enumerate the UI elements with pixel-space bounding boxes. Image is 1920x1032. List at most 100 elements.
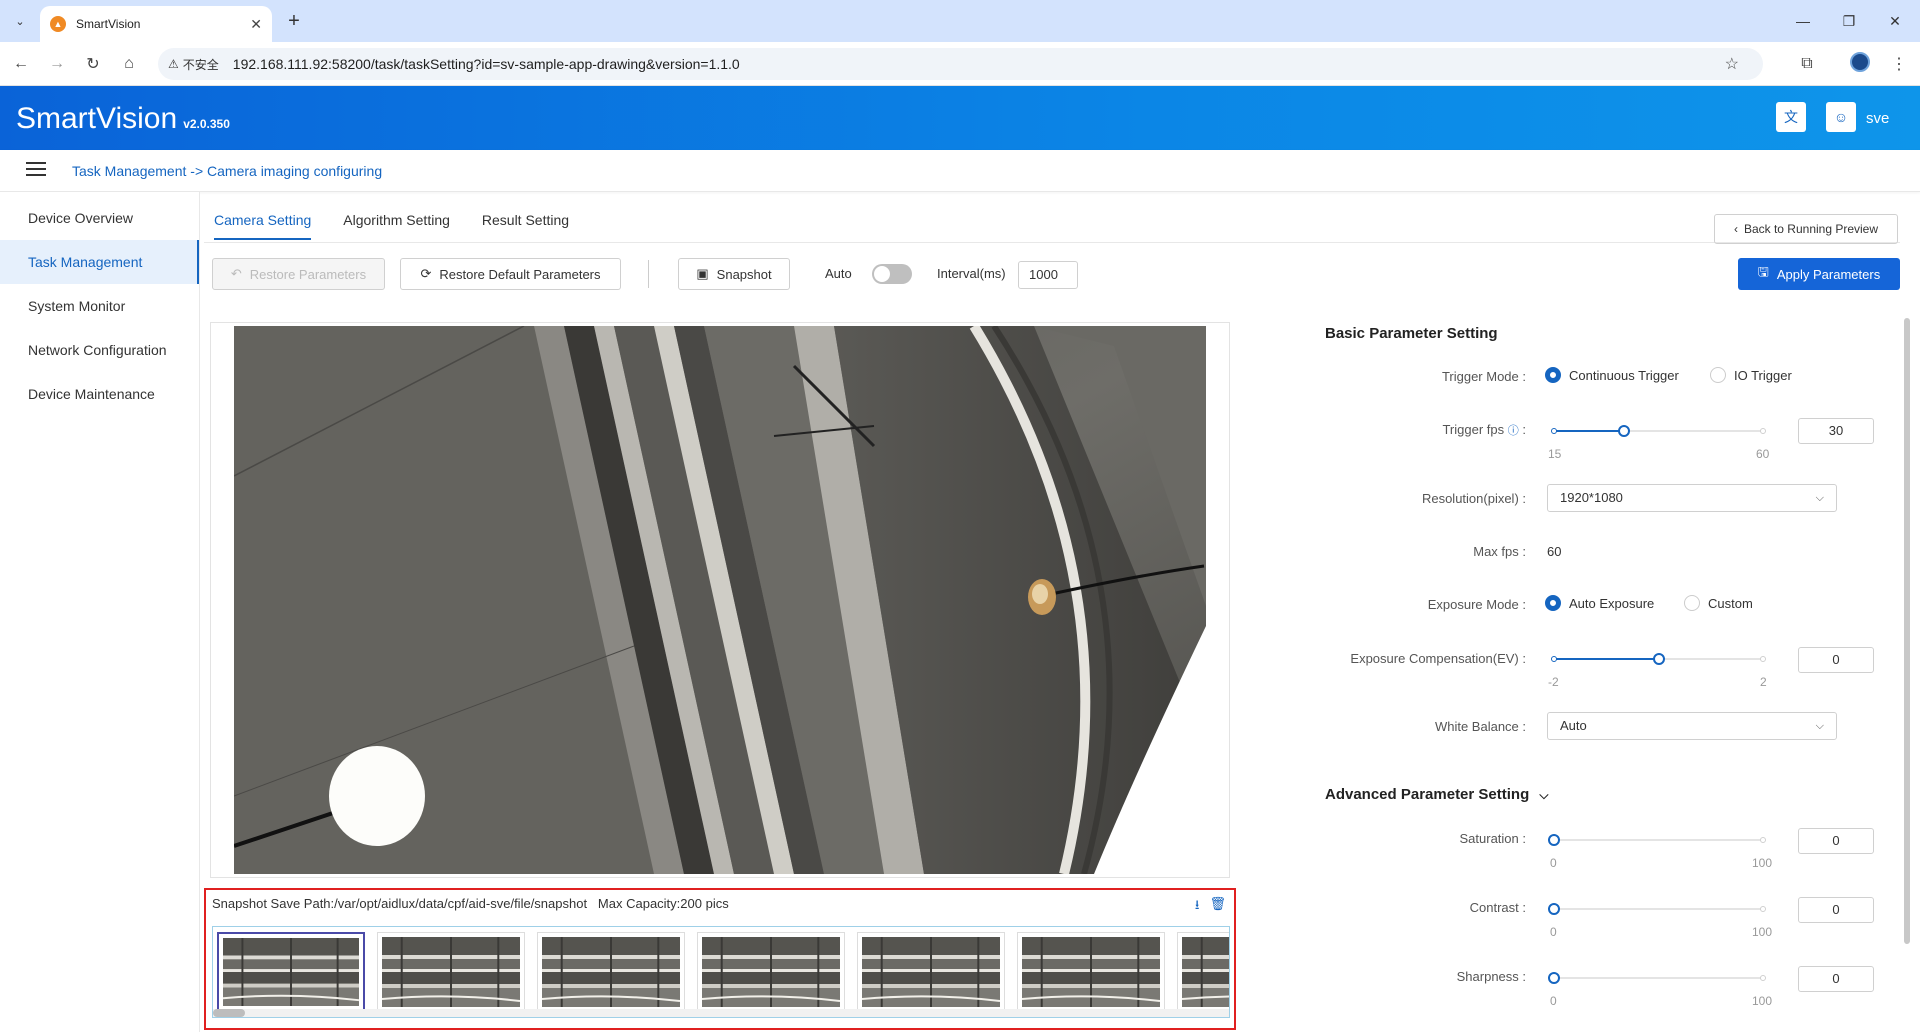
trigger-fps-text: Trigger fps	[1442, 422, 1505, 437]
snapshot-button[interactable]: ▣ Snapshot	[678, 258, 790, 290]
radio-checked-icon	[1545, 367, 1561, 383]
exposure-auto-radio[interactable]: Auto Exposure	[1545, 595, 1654, 611]
snapshot-label: Snapshot	[716, 266, 772, 282]
security-indicator[interactable]: ⚠ 不安全	[168, 56, 219, 73]
browser-tab[interactable]: ▲ SmartVision ✕	[40, 6, 272, 42]
sharpness-slider[interactable]	[1548, 968, 1766, 988]
trigger-io-radio[interactable]: IO Trigger	[1710, 367, 1792, 383]
snapshot-thumbnail[interactable]	[1177, 932, 1229, 1012]
chevron-down-icon: ⌵	[1815, 720, 1824, 732]
saturation-max: 100	[1752, 856, 1773, 870]
snapshot-thumbnail-image	[381, 937, 521, 1007]
contrast-slider[interactable]	[1548, 899, 1766, 919]
trigger-continuous-label: Continuous Trigger	[1569, 367, 1679, 383]
browser-tab-bar: ⌄ ▲ SmartVision ✕ + — ❐ ✕	[0, 0, 1920, 42]
ev-slider[interactable]	[1551, 649, 1766, 669]
white-balance-select[interactable]: Auto ⌵	[1547, 712, 1837, 740]
restore-window-icon[interactable]: ❐	[1826, 8, 1872, 34]
url-text[interactable]: 192.168.111.92:58200/task/taskSetting?id…	[233, 56, 740, 72]
smartvision-favicon-icon: ▲	[50, 16, 66, 32]
tab-camera-setting[interactable]: Camera Setting	[214, 212, 312, 240]
snapshot-thumbnail[interactable]	[217, 932, 365, 1012]
sidebar-item-network-configuration[interactable]: Network Configuration	[0, 328, 199, 372]
camera-preview-image	[234, 326, 1206, 874]
exposure-mode-label: Exposure Mode :	[1427, 597, 1526, 612]
exposure-custom-radio[interactable]: Custom	[1684, 595, 1753, 611]
breadcrumb-bar: Task Management -> Camera imaging config…	[0, 150, 1920, 192]
address-bar[interactable]: ⚠ 不安全 192.168.111.92:58200/task/taskSett…	[158, 48, 1763, 80]
forward-arrow-icon[interactable]: →	[44, 51, 70, 77]
tab-algorithm-setting[interactable]: Algorithm Setting	[343, 212, 450, 240]
bookmark-star-icon[interactable]: ☆	[1725, 54, 1739, 74]
sidebar-item-system-monitor[interactable]: System Monitor	[0, 284, 199, 328]
sidebar-item-device-overview[interactable]: Device Overview	[0, 196, 199, 240]
delete-trash-icon[interactable]: 🗑	[1209, 896, 1226, 918]
restore-default-button[interactable]: ⟳ Restore Default Parameters	[400, 258, 621, 290]
trigger-fps-slider-handle[interactable]	[1618, 425, 1630, 437]
app-version: v2.0.350	[183, 117, 230, 131]
snapshot-thumbnail[interactable]	[1017, 932, 1165, 1012]
extensions-puzzle-icon[interactable]: ⧉	[1794, 51, 1820, 77]
tab-divider	[204, 242, 1900, 243]
trigger-fps-min: 15	[1548, 447, 1562, 461]
saturation-input[interactable]: 0	[1798, 828, 1874, 854]
snapshot-thumbnail[interactable]	[697, 932, 845, 1012]
snapshot-thumbnail-image	[541, 937, 681, 1007]
ev-max: 2	[1760, 675, 1767, 689]
ev-slider-handle[interactable]	[1653, 653, 1665, 665]
username[interactable]: sve	[1866, 110, 1889, 127]
saturation-slider-handle[interactable]	[1548, 834, 1560, 846]
tab-search-chevron-icon[interactable]: ⌄	[8, 9, 32, 33]
trigger-continuous-radio[interactable]: Continuous Trigger	[1545, 367, 1679, 383]
panel-scrollbar[interactable]	[1904, 318, 1910, 944]
trigger-fps-slider[interactable]	[1551, 421, 1766, 441]
saturation-slider[interactable]	[1548, 830, 1766, 850]
contrast-min: 0	[1550, 925, 1557, 939]
sharpness-input[interactable]: 0	[1798, 966, 1874, 992]
snapshot-panel: Snapshot Save Path:/var/opt/aidlux/data/…	[204, 888, 1236, 1030]
profile-avatar[interactable]	[1850, 52, 1870, 72]
restore-default-label: Restore Default Parameters	[439, 266, 601, 282]
sidebar-item-task-management[interactable]: Task Management	[0, 240, 199, 284]
contrast-input[interactable]: 0	[1798, 897, 1874, 923]
language-translate-icon[interactable]: 文	[1776, 102, 1806, 132]
back-to-preview-button[interactable]: ‹ Back to Running Preview	[1714, 214, 1898, 244]
home-icon[interactable]: ⌂	[116, 51, 142, 77]
contrast-slider-handle[interactable]	[1548, 903, 1560, 915]
interval-input[interactable]: 1000	[1018, 261, 1078, 289]
app-name: SmartVision	[16, 102, 178, 135]
new-tab-icon[interactable]: +	[282, 9, 306, 33]
snapshot-thumbnail-strip[interactable]	[212, 926, 1230, 1018]
exposure-custom-label: Custom	[1708, 595, 1753, 611]
interval-label: Interval(ms)	[937, 266, 1006, 281]
refresh-icon: ⟳	[420, 266, 432, 281]
tab-result-setting[interactable]: Result Setting	[482, 212, 569, 240]
snapshot-thumbnail[interactable]	[537, 932, 685, 1012]
thumbnail-scrollbar[interactable]	[213, 1009, 1229, 1017]
back-arrow-icon[interactable]: ←	[8, 51, 34, 77]
restore-parameters-button[interactable]: ↶ Restore Parameters	[212, 258, 385, 290]
close-window-icon[interactable]: ✕	[1872, 8, 1918, 34]
minimize-icon[interactable]: —	[1780, 8, 1826, 34]
browser-menu-icon[interactable]: ⋮	[1886, 51, 1912, 77]
sharpness-label: Sharpness :	[1456, 969, 1526, 984]
sharpness-slider-handle[interactable]	[1548, 972, 1560, 984]
menu-toggle-icon[interactable]	[26, 162, 46, 178]
advanced-parameter-title[interactable]: Advanced Parameter Setting ⌵	[1325, 786, 1549, 803]
reload-icon[interactable]: ↻	[80, 51, 106, 77]
sidebar-item-device-maintenance[interactable]: Device Maintenance	[0, 372, 199, 416]
resolution-select[interactable]: 1920*1080 ⌵	[1547, 484, 1837, 512]
tab-close-icon[interactable]: ✕	[250, 16, 262, 33]
snapshot-thumbnail[interactable]	[857, 932, 1005, 1012]
help-question-icon[interactable]: ⓘ	[1508, 425, 1519, 437]
trigger-fps-input[interactable]: 30	[1798, 418, 1874, 444]
auto-snapshot-toggle[interactable]	[872, 264, 912, 284]
auto-label: Auto	[825, 266, 852, 281]
download-icon[interactable]: ⭳	[1195, 896, 1200, 918]
snapshot-thumbnail[interactable]	[377, 932, 525, 1012]
ev-input[interactable]: 0	[1798, 647, 1874, 673]
chevron-down-icon: ⌵	[1539, 788, 1549, 802]
max-fps-value: 60	[1547, 544, 1562, 559]
user-icon[interactable]: ☺	[1826, 102, 1856, 132]
apply-parameters-button[interactable]: 🖫 Apply Parameters	[1738, 258, 1900, 290]
